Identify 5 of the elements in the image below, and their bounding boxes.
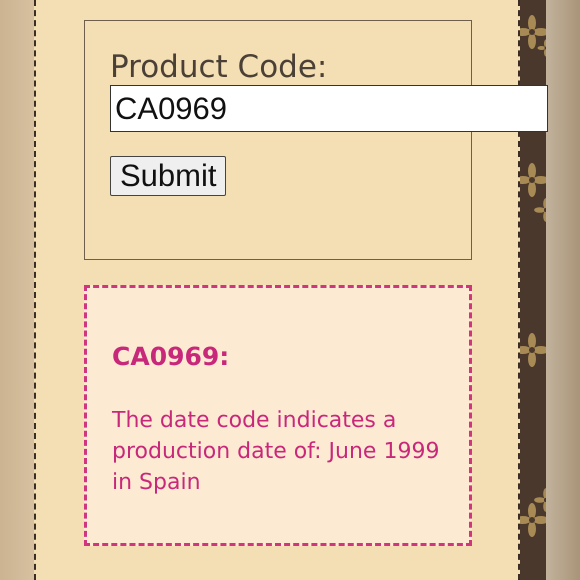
submit-button[interactable]: Submit [110,156,226,196]
result-title: CA0969: [112,342,230,371]
product-code-field[interactable]: CA0969 [110,85,548,132]
field-label: Product Code: [110,49,328,85]
result-message: The date code indicates a production date of: June 1999 in Spain [112,407,440,497]
